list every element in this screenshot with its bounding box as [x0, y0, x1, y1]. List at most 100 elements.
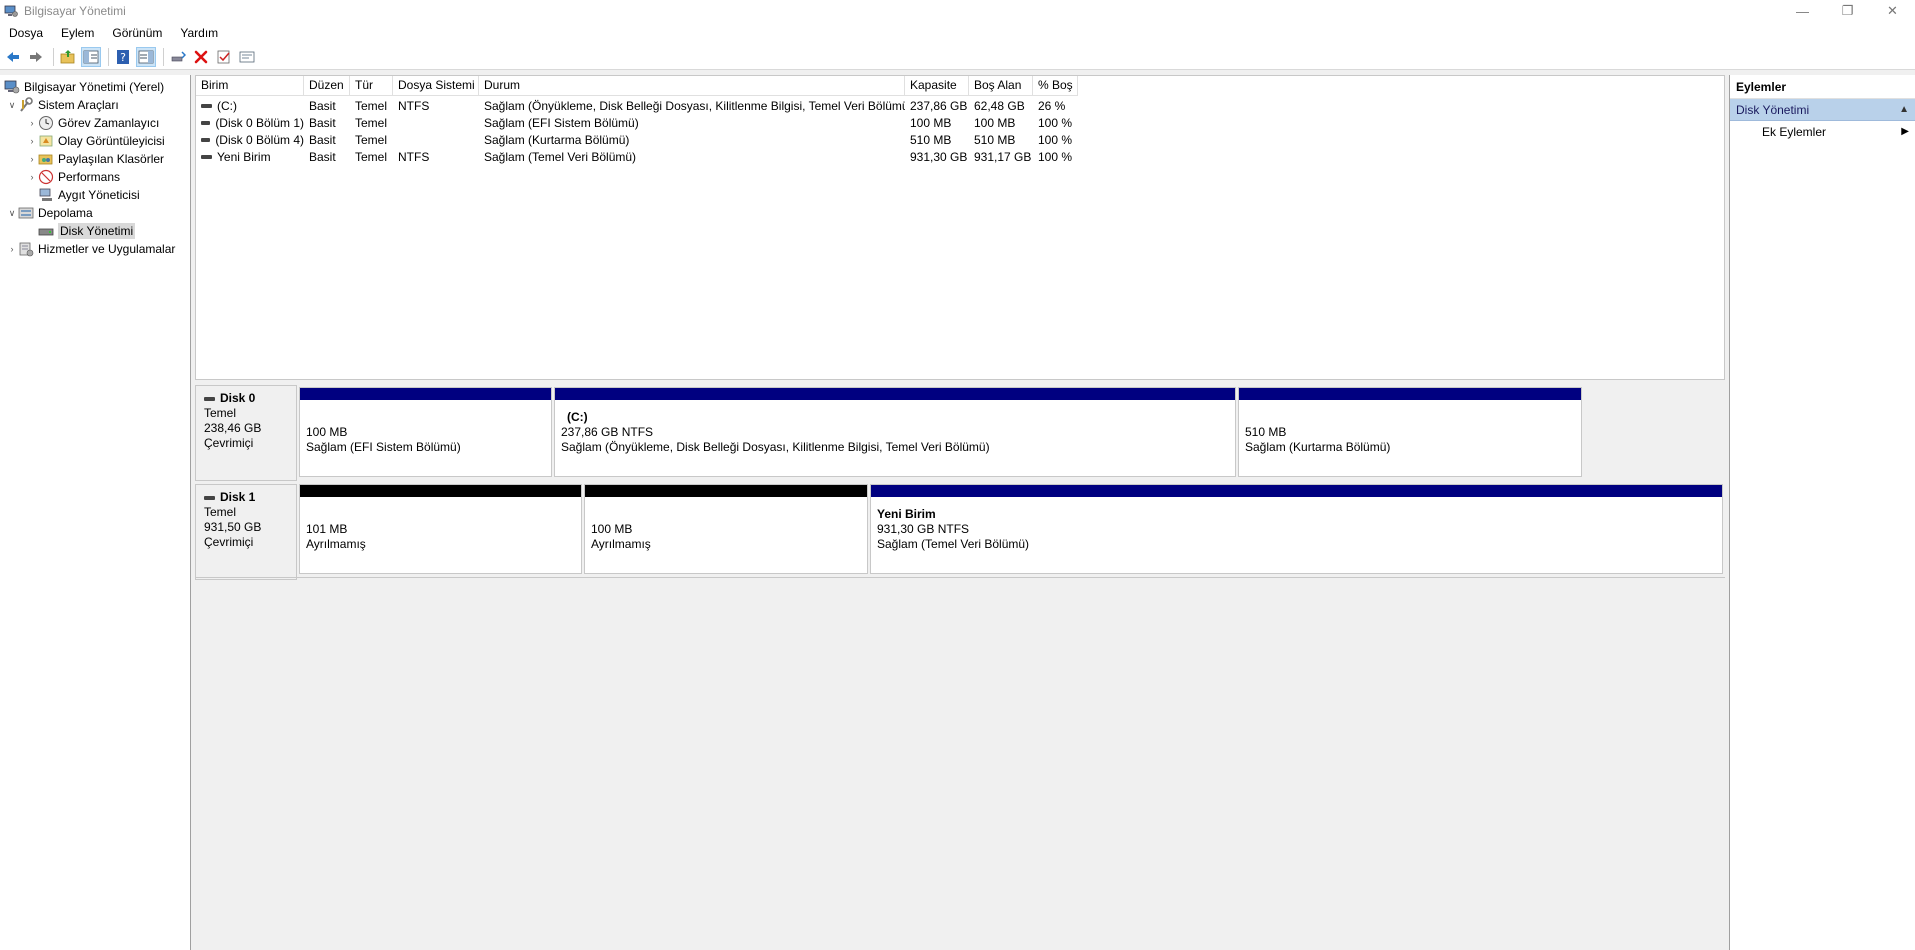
up-one-level-button[interactable]: [58, 47, 78, 67]
file-system-cell: NTFS: [398, 98, 430, 113]
drive-icon: [201, 120, 211, 125]
main-pane: Birim Düzen Tür Dosya Sistemi Durum Kapa…: [195, 75, 1725, 950]
tree-item-disk-management[interactable]: Disk Yönetimi: [38, 222, 136, 240]
menu-file[interactable]: Dosya: [0, 22, 52, 44]
chevron-right-icon[interactable]: ›: [26, 118, 38, 128]
volume-cell: (Disk 0 Bölüm 1): [196, 116, 304, 130]
partition-bar: [1239, 388, 1581, 400]
column-header-free-space[interactable]: Boş Alan: [969, 76, 1033, 96]
free-space-cell: 100 MB: [974, 115, 1016, 130]
more-actions-label: Ek Eylemler: [1762, 125, 1827, 139]
percent-free-cell: 100 %: [1038, 115, 1073, 130]
partition-block[interactable]: (C:) 237,86 GB NTFS Sağlam (Önyükleme, D…: [554, 387, 1236, 477]
column-header-type[interactable]: Tür: [350, 76, 393, 96]
title-bar: Bilgisayar Yönetimi — ❐ ✕: [0, 0, 1915, 22]
storage-icon: [18, 205, 34, 221]
partition-block[interactable]: 100 MB Ayrılmamış: [584, 484, 868, 574]
column-header-capacity[interactable]: Kapasite: [905, 76, 969, 96]
tree-label: Görev Zamanlayıcı: [58, 116, 160, 130]
status-cell: Sağlam (Temel Veri Bölümü): [484, 149, 637, 164]
menu-action[interactable]: Eylem: [52, 22, 103, 44]
back-button[interactable]: [3, 47, 23, 67]
tree-item-storage[interactable]: ∨ Depolama: [6, 204, 93, 222]
partition-info: 100 MB Sağlam (EFI Sistem Bölümü): [306, 410, 461, 455]
column-header-status[interactable]: Durum: [479, 76, 905, 96]
disk-name-text: Disk 0: [220, 391, 256, 405]
column-header-volume[interactable]: Birim: [196, 76, 304, 96]
tree-item-event-viewer[interactable]: › Olay Görüntüleyicisi: [26, 132, 165, 150]
help-icon: ?: [117, 49, 129, 64]
free-space-cell: 510 MB: [974, 132, 1016, 147]
help-button[interactable]: ?: [113, 47, 133, 67]
tree-item-services-apps[interactable]: › Hizmetler ve Uygulamalar: [6, 240, 175, 258]
disk-label[interactable]: Disk 1 Temel 931,50 GB Çevrimiçi: [195, 484, 297, 580]
close-button[interactable]: ✕: [1870, 0, 1915, 22]
connect-button[interactable]: [168, 47, 188, 67]
status-cell: Sağlam (Önyükleme, Disk Belleği Dosyası,…: [484, 98, 905, 113]
actions-section-label: Disk Yönetimi: [1736, 103, 1810, 117]
disk-status: Çevrimiçi: [204, 535, 254, 549]
table-row[interactable]: (C:) Basit Temel NTFS Sağlam (Önyükleme,…: [196, 97, 1078, 114]
column-header-percent-free[interactable]: % Boş: [1033, 76, 1078, 96]
disk-row-disk-1: Disk 1 Temel 931,50 GB Çevrimiçi 101 MB …: [195, 484, 1725, 580]
restore-button[interactable]: ❐: [1825, 0, 1870, 22]
chevron-down-icon[interactable]: ∨: [6, 208, 18, 219]
table-row[interactable]: (Disk 0 Bölüm 1) Basit Temel Sağlam (EFI…: [196, 114, 1078, 131]
menu-view[interactable]: Görünüm: [103, 22, 171, 44]
chevron-right-icon[interactable]: ›: [26, 172, 38, 182]
chevron-right-icon[interactable]: ›: [6, 244, 18, 254]
more-actions-item[interactable]: Ek Eylemler ▶: [1730, 121, 1915, 143]
tree-label: Paylaşılan Klasörler: [58, 152, 165, 166]
partition-block[interactable]: 100 MB Sağlam (EFI Sistem Bölümü): [299, 387, 552, 477]
drive-icon: [201, 154, 212, 159]
menu-help[interactable]: Yardım: [171, 22, 227, 44]
show-hide-console-tree-button[interactable]: [81, 46, 101, 67]
delete-button[interactable]: [191, 47, 211, 67]
clock-icon: [38, 115, 54, 131]
partition-info: 100 MB Ayrılmamış: [591, 507, 651, 552]
tree-item-performance[interactable]: › Performans: [26, 168, 120, 186]
tree-item-task-scheduler[interactable]: › Görev Zamanlayıcı: [26, 114, 159, 132]
collapse-up-icon[interactable]: ▲: [1899, 99, 1909, 121]
tree-label: Sistem Araçları: [38, 98, 119, 112]
tree-item-system-tools[interactable]: ∨ Sistem Araçları: [6, 96, 119, 114]
percent-free-cell: 100 %: [1038, 149, 1073, 164]
window-title: Bilgisayar Yönetimi: [24, 4, 126, 18]
partition-name: Yeni Birim: [877, 507, 936, 521]
free-space-cell: 931,17 GB: [974, 149, 1032, 164]
actions-section-disk-management[interactable]: Disk Yönetimi ▲: [1730, 99, 1915, 121]
partition-block[interactable]: Yeni Birim 931,30 GB NTFS Sağlam (Temel …: [870, 484, 1723, 574]
table-row[interactable]: (Disk 0 Bölüm 4) Basit Temel Sağlam (Kur…: [196, 131, 1078, 148]
partition-bar: [300, 388, 551, 400]
forward-button[interactable]: [26, 47, 46, 67]
disk-management-icon: [38, 223, 54, 239]
chevron-right-icon[interactable]: ›: [26, 136, 38, 146]
tree-item-shared-folders[interactable]: › Paylaşılan Klasörler: [26, 150, 165, 168]
tree-item-device-manager[interactable]: Aygıt Yöneticisi: [38, 186, 140, 204]
toolbar-separator: [53, 47, 54, 66]
capacity-cell: 100 MB: [910, 115, 952, 130]
partition-status: Sağlam (Önyükleme, Disk Belleği Dosyası,…: [561, 440, 990, 454]
show-hide-action-pane-button[interactable]: [136, 46, 156, 67]
minimize-button[interactable]: —: [1780, 0, 1825, 22]
partition-size: 237,86 GB NTFS: [561, 425, 654, 439]
tree-label: Performans: [58, 170, 121, 184]
volume-list[interactable]: Birim Düzen Tür Dosya Sistemi Durum Kapa…: [195, 75, 1725, 380]
table-row[interactable]: Yeni Birim Basit Temel NTFS Sağlam (Teme…: [196, 148, 1078, 165]
type-cell: Temel: [355, 132, 388, 147]
forward-arrow-icon: [30, 51, 42, 62]
partition-block[interactable]: 101 MB Ayrılmamış: [299, 484, 582, 574]
computer-management-icon: [4, 5, 18, 17]
partition-name: [306, 410, 461, 425]
partition-size: 101 MB: [306, 522, 348, 536]
chevron-right-icon[interactable]: ›: [26, 154, 38, 164]
toolbar: ?: [0, 44, 1915, 70]
chevron-down-icon[interactable]: ∨: [6, 100, 18, 111]
rescan-button[interactable]: [237, 47, 257, 67]
partition-block[interactable]: 510 MB Sağlam (Kurtarma Bölümü): [1238, 387, 1582, 477]
column-header-file-system[interactable]: Dosya Sistemi: [393, 76, 479, 96]
tree-item-root[interactable]: Bilgisayar Yönetimi (Yerel): [4, 78, 164, 96]
disk-label[interactable]: Disk 0 Temel 238,46 GB Çevrimiçi: [195, 385, 297, 481]
column-header-layout[interactable]: Düzen: [304, 76, 350, 96]
properties-button[interactable]: [214, 47, 234, 67]
